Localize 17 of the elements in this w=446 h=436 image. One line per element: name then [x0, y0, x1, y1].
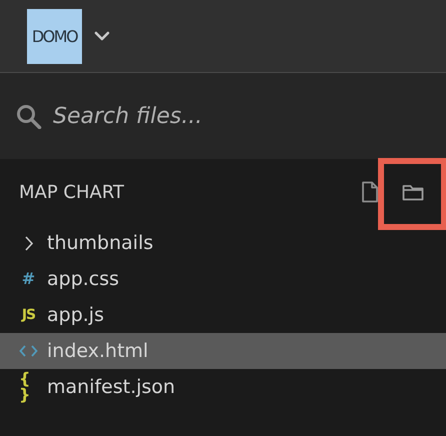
file-row[interactable]: # app.css	[0, 261, 446, 297]
js-file-icon: JS	[19, 308, 38, 322]
file-row[interactable]: thumbnails	[0, 225, 446, 261]
search-icon	[16, 104, 43, 128]
file-row[interactable]: JS app.js	[0, 297, 446, 333]
new-file-button[interactable]	[361, 181, 379, 203]
file-row[interactable]: { } manifest.json	[0, 369, 446, 405]
folder-icon	[402, 184, 424, 200]
css-file-icon: #	[19, 271, 38, 287]
project-title: MAP CHART	[19, 182, 126, 202]
file-row[interactable]: index.html	[0, 333, 446, 369]
code-brackets-icon	[19, 344, 38, 358]
logo-button[interactable]: DOMO	[27, 8, 82, 64]
chevron-down-icon[interactable]	[94, 31, 110, 41]
chevron-right-icon[interactable]	[24, 234, 34, 252]
new-file-icon	[361, 181, 379, 203]
json-file-icon: { }	[19, 371, 38, 403]
